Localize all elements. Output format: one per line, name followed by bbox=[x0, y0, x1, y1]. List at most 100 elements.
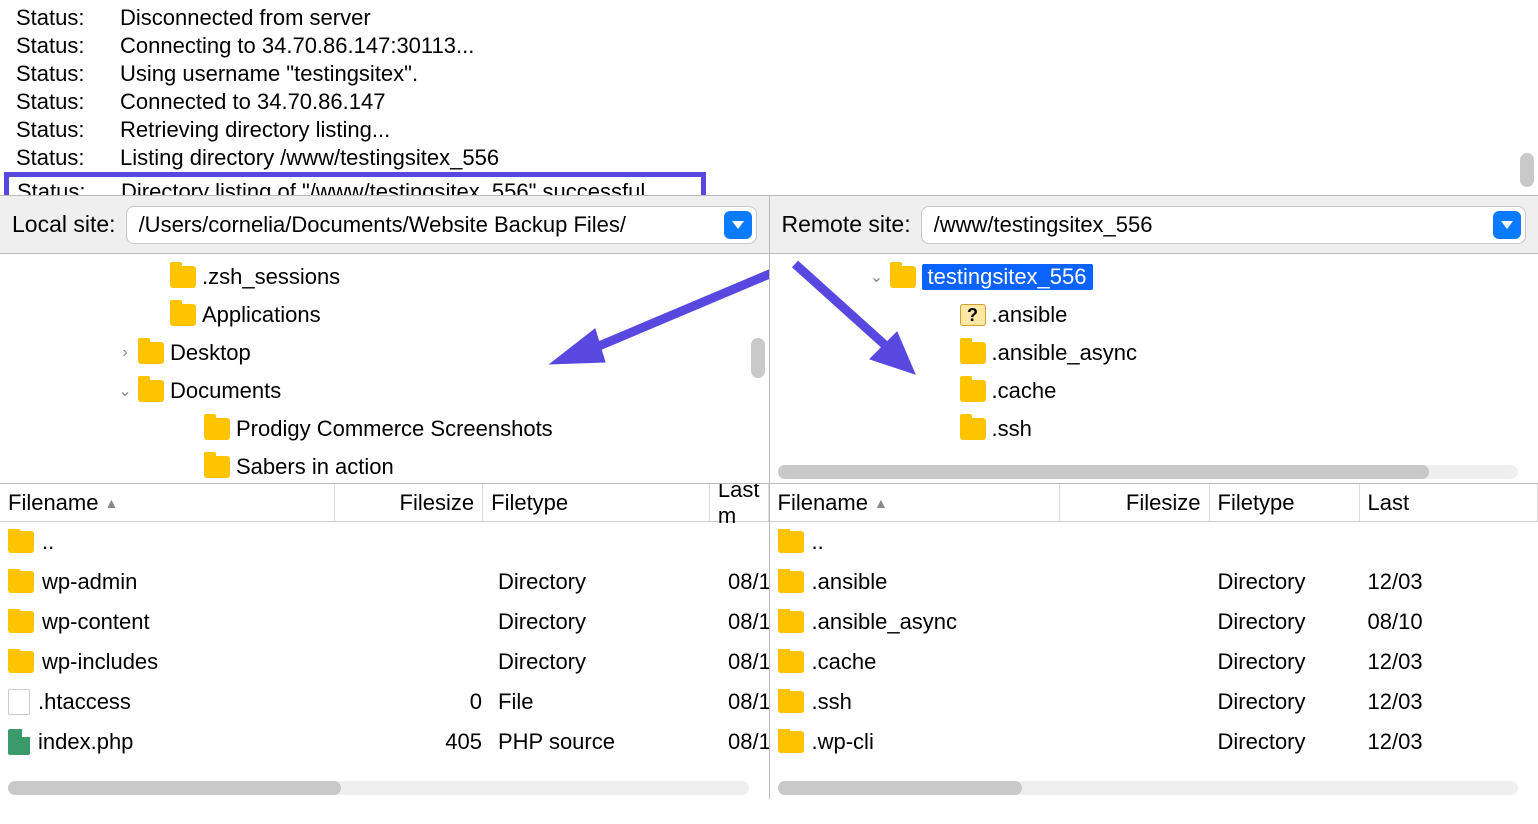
remote-col-lastmod[interactable]: Last bbox=[1360, 484, 1538, 521]
file-row[interactable]: .. bbox=[770, 522, 1538, 562]
file-row[interactable]: .ansible_asyncDirectory08/10 bbox=[770, 602, 1538, 642]
local-path-dropdown-button[interactable] bbox=[724, 211, 752, 239]
log-row[interactable]: Status:Directory listing of "/www/testin… bbox=[4, 172, 706, 196]
file-type-cell: Directory bbox=[1210, 649, 1360, 675]
remote-tree-hscroll[interactable] bbox=[778, 465, 1519, 479]
remote-file-list[interactable]: Filename▲ Filesize Filetype Last .. .ansi… bbox=[770, 484, 1538, 799]
file-mod-cell: 08/18/ bbox=[720, 689, 769, 715]
file-row[interactable]: .wp-cliDirectory12/03 bbox=[770, 722, 1538, 762]
log-row[interactable]: Status:Listing directory /www/testingsit… bbox=[0, 144, 1538, 172]
log-message: Using username "testingsitex". bbox=[120, 60, 418, 88]
log-panel[interactable]: Status:Disconnected from serverStatus:Co… bbox=[0, 0, 1538, 196]
file-name-cell: .. bbox=[770, 529, 1060, 555]
tree-item[interactable]: Sabers in action bbox=[0, 448, 769, 483]
disclosure-triangle[interactable]: ⌄ bbox=[870, 267, 884, 287]
remote-col-filesize[interactable]: Filesize bbox=[1060, 484, 1210, 521]
remote-list-header[interactable]: Filename▲ Filesize Filetype Last bbox=[770, 484, 1538, 522]
local-file-list[interactable]: Filename▲ Filesize Filetype Last m .. wp-… bbox=[0, 484, 770, 799]
local-col-lastmod[interactable]: Last m bbox=[710, 484, 769, 521]
log-row[interactable]: Status:Connected to 34.70.86.147 bbox=[0, 88, 1538, 116]
folder-icon bbox=[8, 651, 34, 673]
remote-path-dropdown-button[interactable] bbox=[1493, 211, 1521, 239]
tree-item[interactable]: .zsh_sessions bbox=[0, 258, 769, 296]
tree-item[interactable]: Applications bbox=[0, 296, 769, 334]
tree-item-label: testingsitex_556 bbox=[922, 264, 1093, 290]
local-site-bar: Local site: /Users/cornelia/Documents/We… bbox=[0, 196, 770, 254]
file-type-cell: File bbox=[490, 689, 720, 715]
file-name-cell: .ssh bbox=[770, 689, 1060, 715]
remote-list-hscroll[interactable] bbox=[778, 781, 1519, 795]
chevron-down-icon bbox=[732, 221, 744, 229]
log-scrollbar[interactable] bbox=[1518, 4, 1534, 191]
file-row[interactable]: .htaccess0File08/18/ bbox=[0, 682, 769, 722]
log-row[interactable]: Status:Retrieving directory listing... bbox=[0, 116, 1538, 144]
tree-panels: .zsh_sessionsApplications›Desktop⌄Docume… bbox=[0, 254, 1538, 484]
file-mod-cell: 12/03 bbox=[1360, 569, 1538, 595]
file-type-cell: Directory bbox=[490, 569, 720, 595]
file-row[interactable]: wp-adminDirectory08/18/ bbox=[0, 562, 769, 602]
file-icon bbox=[8, 689, 30, 715]
local-tree-vscroll[interactable] bbox=[751, 258, 765, 463]
tree-item[interactable]: ⌄Documents bbox=[0, 372, 769, 410]
remote-col-filename[interactable]: Filename▲ bbox=[770, 484, 1060, 521]
log-row[interactable]: Status:Connecting to 34.70.86.147:30113.… bbox=[0, 32, 1538, 60]
local-col-filesize[interactable]: Filesize bbox=[335, 484, 483, 521]
log-row[interactable]: Status:Using username "testingsitex". bbox=[0, 60, 1538, 88]
file-mod-cell: 12/03 bbox=[1360, 689, 1538, 715]
file-mod-cell: 08/18/ bbox=[720, 609, 769, 635]
tree-item[interactable]: .ansible_async bbox=[770, 334, 1538, 372]
php-file-icon bbox=[8, 729, 30, 755]
log-tag: Status: bbox=[17, 178, 121, 196]
folder-icon bbox=[778, 691, 804, 713]
folder-icon bbox=[960, 418, 986, 440]
file-row[interactable]: .ssh Directory12/03 bbox=[770, 682, 1538, 722]
tree-item[interactable]: Prodigy Commerce Screenshots bbox=[0, 410, 769, 448]
file-size-cell: 405 bbox=[340, 729, 490, 755]
remote-path-combo[interactable]: /www/testingsitex_556 bbox=[921, 206, 1526, 244]
file-row[interactable]: .ansibleDirectory12/03 bbox=[770, 562, 1538, 602]
disclosure-triangle[interactable]: › bbox=[118, 344, 132, 362]
file-mod-cell: 08/18/ bbox=[720, 729, 769, 755]
file-type-cell: PHP source bbox=[490, 729, 720, 755]
local-list-header[interactable]: Filename▲ Filesize Filetype Last m bbox=[0, 484, 769, 522]
file-type-cell: Directory bbox=[490, 609, 720, 635]
local-tree[interactable]: .zsh_sessionsApplications›Desktop⌄Docume… bbox=[0, 254, 770, 484]
local-col-filetype[interactable]: Filetype bbox=[483, 484, 710, 521]
file-type-cell: Directory bbox=[1210, 689, 1360, 715]
sort-ascending-icon: ▲ bbox=[104, 495, 118, 511]
log-message: Retrieving directory listing... bbox=[120, 116, 390, 144]
sort-ascending-icon: ▲ bbox=[874, 495, 888, 511]
file-mod-cell: 08/10 bbox=[1360, 609, 1538, 635]
local-path-combo[interactable]: /Users/cornelia/Documents/Website Backup… bbox=[126, 206, 757, 244]
log-message: Disconnected from server bbox=[120, 4, 371, 32]
remote-site-label: Remote site: bbox=[782, 211, 911, 238]
tree-item[interactable]: .ssh bbox=[770, 410, 1538, 448]
remote-tree[interactable]: ⌄ testingsitex_556 ?.ansible.ansible_async… bbox=[770, 254, 1538, 484]
file-type-cell: Directory bbox=[1210, 729, 1360, 755]
file-row[interactable]: .. bbox=[0, 522, 769, 562]
file-row[interactable]: wp-includesDirectory08/18/ bbox=[0, 642, 769, 682]
local-list-hscroll[interactable] bbox=[8, 781, 749, 795]
disclosure-triangle[interactable]: ⌄ bbox=[118, 381, 132, 401]
folder-icon bbox=[890, 266, 916, 288]
log-row[interactable]: Status:Disconnected from server bbox=[0, 4, 1538, 32]
file-name-cell: wp-admin bbox=[0, 569, 340, 595]
local-col-filename[interactable]: Filename▲ bbox=[0, 484, 335, 521]
site-bar: Local site: /Users/cornelia/Documents/We… bbox=[0, 196, 1538, 254]
folder-icon bbox=[138, 342, 164, 364]
file-row[interactable]: index.php405PHP source08/18/ bbox=[0, 722, 769, 762]
tree-item[interactable]: ?.ansible bbox=[770, 296, 1538, 334]
tree-item[interactable]: .cache bbox=[770, 372, 1538, 410]
tree-item[interactable]: ›Desktop bbox=[0, 334, 769, 372]
remote-col-filetype[interactable]: Filetype bbox=[1210, 484, 1360, 521]
remote-path-text: /www/testingsitex_556 bbox=[934, 212, 1493, 238]
file-row[interactable]: wp-contentDirectory08/18/ bbox=[0, 602, 769, 642]
tree-item[interactable]: ⌄ testingsitex_556 bbox=[770, 258, 1538, 296]
log-tag: Status: bbox=[16, 144, 120, 172]
file-type-cell: Directory bbox=[1210, 569, 1360, 595]
tree-item-label: .ansible bbox=[992, 302, 1068, 328]
file-row[interactable]: .cacheDirectory12/03 bbox=[770, 642, 1538, 682]
local-path-text: /Users/cornelia/Documents/Website Backup… bbox=[139, 212, 724, 238]
log-tag: Status: bbox=[16, 4, 120, 32]
log-message: Connected to 34.70.86.147 bbox=[120, 88, 385, 116]
